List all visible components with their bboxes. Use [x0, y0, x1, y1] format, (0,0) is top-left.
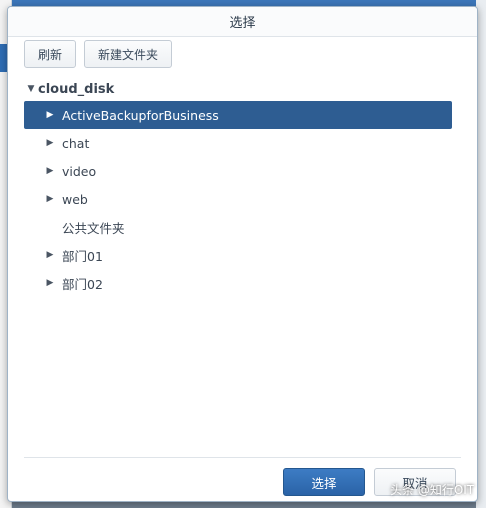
caret-right-icon[interactable]: ▶	[42, 138, 58, 148]
tree-item-label: chat	[62, 135, 90, 151]
caret-down-icon[interactable]: ▼	[24, 84, 38, 94]
tree-root[interactable]: ▼ cloud_disk	[24, 77, 452, 101]
dialog-title: 选择	[8, 7, 477, 37]
tree-item-label: 部门01	[62, 248, 103, 264]
refresh-button[interactable]: 刷新	[24, 40, 77, 68]
tree-item[interactable]: ▶ 部门01	[24, 241, 452, 269]
tree-item-label: video	[62, 163, 97, 179]
caret-right-icon[interactable]: ▶	[42, 278, 58, 288]
footer-divider	[24, 457, 461, 458]
tree-item[interactable]: ▶ chat	[24, 129, 452, 157]
tree-item-label: ActiveBackupforBusiness	[62, 107, 219, 123]
caret-right-icon[interactable]: ▶	[42, 250, 58, 260]
tree-item-label: web	[62, 191, 88, 207]
watermark: 头条 @知行OIT	[390, 483, 475, 497]
caret-right-icon[interactable]: ▶	[42, 194, 58, 204]
new-folder-button[interactable]: 新建文件夹	[84, 40, 173, 68]
tree-root-label: cloud_disk	[38, 81, 115, 97]
caret-right-icon[interactable]: ▶	[42, 110, 58, 120]
tree-item[interactable]: ▶ 部门02	[24, 269, 452, 297]
tree-item[interactable]: ▶ ActiveBackupforBusiness	[24, 101, 452, 129]
select-folder-dialog: 选择 刷新 新建文件夹 ▼ cloud_disk ▶ ActiveBackupfo…	[7, 6, 478, 502]
tree-item-label: 部门02	[62, 276, 103, 292]
tree-item-label: 公共文件夹	[62, 220, 125, 236]
caret-right-icon[interactable]: ▶	[42, 166, 58, 176]
dialog-toolbar: 刷新 新建文件夹	[24, 40, 173, 68]
tree-item[interactable]: ▶ web	[24, 185, 452, 213]
folder-tree: ▼ cloud_disk ▶ ActiveBackupforBusiness ▶ ch…	[24, 77, 452, 297]
select-button[interactable]: 选择	[283, 468, 365, 496]
tree-item[interactable]: ▶ video	[24, 157, 452, 185]
tree-item[interactable]: 公共文件夹	[24, 213, 452, 241]
